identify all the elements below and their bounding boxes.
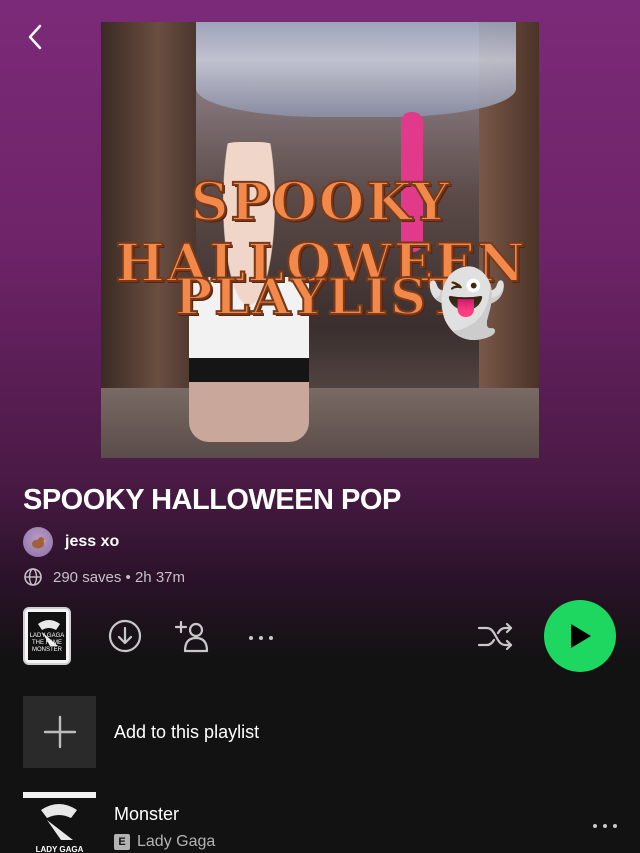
track-title[interactable]: Monster — [114, 804, 179, 825]
explicit-badge: E — [114, 834, 130, 850]
playlist-cover: SPOOKY HALLOWEEN PLAYLIST 👻 — [101, 22, 539, 458]
meta-text: 290 saves • 2h 37m — [53, 568, 185, 586]
globe-icon — [24, 568, 42, 586]
playlist-title: SPOOKY HALLOWEEN POP — [23, 484, 401, 516]
owner-name[interactable]: jess xo — [65, 533, 119, 551]
more-icon — [593, 824, 617, 828]
back-icon — [28, 24, 42, 50]
add-to-playlist-label[interactable]: Add to this playlist — [114, 722, 259, 743]
shuffle-icon — [477, 622, 513, 651]
action-row: LADY GAGA THE FAME MONSTER — [23, 600, 618, 672]
album-thumbnail-art: LADY GAGA THE FAME MONSTER — [28, 612, 66, 660]
track-artist[interactable]: Lady Gaga — [137, 833, 215, 851]
add-user-icon — [174, 620, 209, 653]
album-thumbnail-button[interactable]: LADY GAGA THE FAME MONSTER — [23, 607, 71, 665]
cover-floor — [101, 388, 539, 458]
playlist-meta: 290 saves • 2h 37m — [23, 567, 185, 587]
bird-icon — [32, 537, 47, 549]
shuffle-button[interactable] — [477, 618, 513, 654]
album-thumbnail-text: LADY GAGA THE FAME MONSTER — [29, 633, 65, 653]
track-album-art-text: LADY GAGA — [35, 845, 84, 853]
ghost-emoji: 👻 — [427, 267, 507, 339]
track-more-button[interactable] — [590, 814, 620, 838]
track-album-art: LADY GAGA — [23, 792, 96, 853]
more-icon — [249, 636, 273, 640]
back-button[interactable] — [22, 22, 50, 52]
plus-icon — [43, 715, 76, 749]
download-button[interactable] — [107, 618, 143, 654]
add-to-playlist-row[interactable]: Add to this playlist — [23, 696, 259, 768]
track-row[interactable]: LADY GAGA Monster E Lady Gaga — [23, 792, 620, 853]
play-button[interactable] — [544, 600, 616, 672]
more-options-button[interactable] — [243, 618, 279, 654]
owner-row[interactable]: jess xo — [23, 527, 119, 557]
track-album-art-inner: LADY GAGA — [23, 798, 96, 853]
download-icon — [108, 619, 142, 653]
avatar[interactable] — [23, 527, 53, 557]
add-collaborator-button[interactable] — [174, 618, 211, 654]
add-to-playlist-box[interactable] — [23, 696, 96, 768]
track-subtitle: E Lady Gaga — [114, 833, 215, 851]
play-icon — [571, 624, 591, 648]
cover-curtain — [196, 22, 516, 117]
album-figure-icon — [41, 804, 77, 840]
